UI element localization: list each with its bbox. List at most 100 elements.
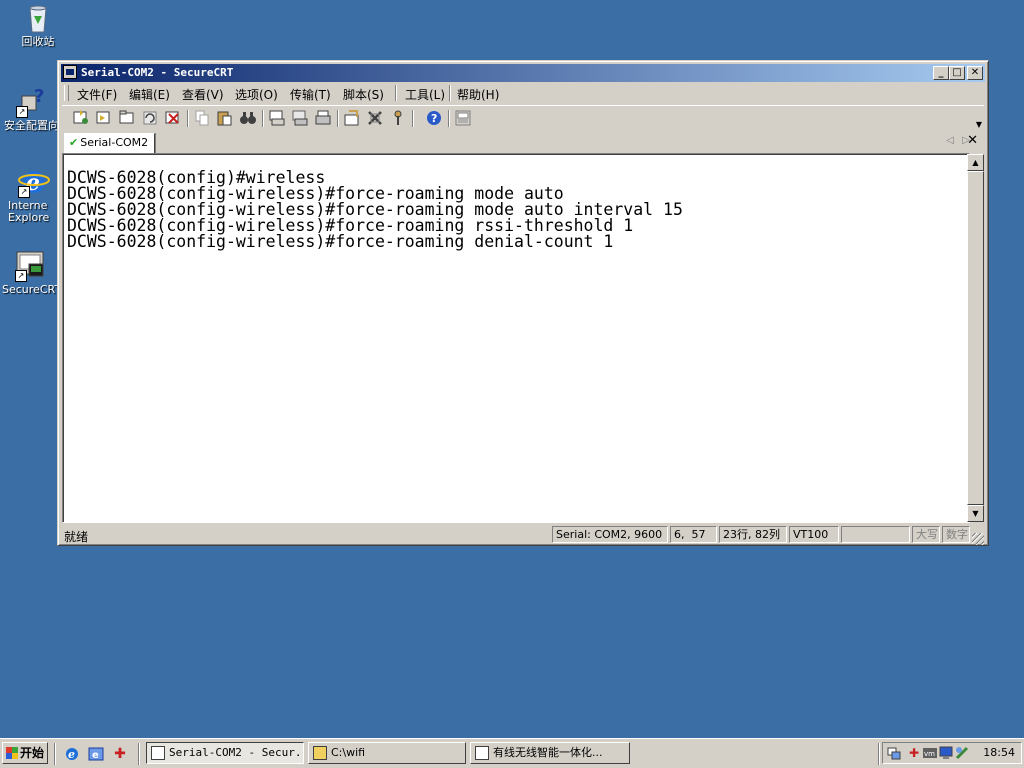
binoculars-icon xyxy=(240,112,256,124)
clock[interactable]: 18:54 xyxy=(983,746,1015,759)
arrow-up-icon: ▲ xyxy=(972,158,979,167)
session-options-button[interactable] xyxy=(343,109,361,127)
status-caps-lock: 大写 xyxy=(912,526,940,543)
shortcut-arrow-icon: ↗ xyxy=(15,270,27,282)
print-screen-icon xyxy=(269,110,285,126)
windows-logo-icon xyxy=(6,747,18,759)
tab-serial-com2[interactable]: ✔ Serial-COM2 xyxy=(64,133,156,153)
menubar-grip[interactable] xyxy=(64,85,69,101)
recycle-bin-icon xyxy=(22,2,54,34)
svg-text:vm: vm xyxy=(924,750,935,758)
menu-options[interactable]: 选项(O) xyxy=(235,86,278,103)
paste-icon xyxy=(217,111,232,126)
terminal-scrollbar[interactable]: ▲ ▼ xyxy=(967,154,984,522)
desktop-icon-label: 安全配置向 xyxy=(4,120,59,132)
print-selection-button[interactable] xyxy=(291,109,309,127)
task-label: C:\wifi xyxy=(331,746,366,759)
toolbar: ? ▼ xyxy=(62,105,984,130)
terminal-screen[interactable]: DCWS-6028(config)#wireless DCWS-6028(con… xyxy=(62,153,970,523)
scroll-down-button[interactable]: ▼ xyxy=(967,505,984,522)
resize-grip[interactable] xyxy=(972,533,984,545)
securecrt-icon: ↗ xyxy=(15,250,47,282)
task-document[interactable]: 有线无线智能一体化... xyxy=(470,742,630,764)
scroll-up-button[interactable]: ▲ xyxy=(967,154,984,171)
svg-text:e: e xyxy=(92,750,99,761)
taskbar-separator xyxy=(54,743,56,765)
app-icon[interactable] xyxy=(63,65,77,79)
menu-script[interactable]: 脚本(S) xyxy=(343,86,384,103)
find-button[interactable] xyxy=(239,109,257,127)
tray-display-icon[interactable] xyxy=(939,746,953,760)
shortcut-arrow-icon: ↗ xyxy=(18,186,30,198)
status-cursor-position: 6, 57 xyxy=(670,526,717,543)
session-manager-button[interactable] xyxy=(454,109,472,127)
menu-transfer[interactable]: 传输(T) xyxy=(290,86,331,103)
tab-scroll-left-icon[interactable]: ◁ xyxy=(946,135,954,146)
print-selection-icon xyxy=(292,110,308,126)
quick-connect-icon xyxy=(96,111,110,124)
task-securecrt[interactable]: Serial-COM2 - Secur... xyxy=(146,742,304,764)
minimize-button[interactable]: _ xyxy=(933,66,949,80)
quick-connect-button[interactable] xyxy=(95,109,113,127)
taskbar-separator xyxy=(878,743,880,765)
keymap-button[interactable] xyxy=(389,109,407,127)
menu-edit[interactable]: 编辑(E) xyxy=(129,86,170,103)
toolbar-separator xyxy=(412,110,414,127)
tab-label: Serial-COM2 xyxy=(80,136,149,149)
toolbar-separator xyxy=(187,110,189,127)
quicklaunch-outlook-icon[interactable]: e xyxy=(88,746,104,762)
connect-in-tab-button[interactable] xyxy=(118,109,136,127)
global-options-button[interactable] xyxy=(366,109,384,127)
connected-check-icon: ✔ xyxy=(69,136,79,149)
desktop-icon-security-wizard[interactable]: ? ↗ 安全配置向 xyxy=(4,86,60,132)
toolbar-overflow-icon[interactable]: ▼ xyxy=(976,120,982,129)
desktop-icon-recycle-bin[interactable]: 回收站 xyxy=(8,2,68,48)
taskbar: 开始 e e ✚ Serial-COM2 - Secur... C:\wifi … xyxy=(0,738,1024,768)
securecrt-task-icon xyxy=(151,746,165,760)
internet-explorer-icon: e ↗ xyxy=(18,166,50,198)
paste-button[interactable] xyxy=(216,109,234,127)
task-folder-wifi[interactable]: C:\wifi xyxy=(308,742,466,764)
status-blank-pane xyxy=(841,526,910,543)
securecrt-window: Serial-COM2 - SecureCRT _ □ ✕ 文件(F) 编辑(E… xyxy=(57,60,989,546)
quicklaunch-network-icon[interactable]: ✚ xyxy=(112,746,128,762)
print-screen-button[interactable] xyxy=(268,109,286,127)
menu-file[interactable]: 文件(F) xyxy=(77,86,117,103)
desktop-icon-securecrt[interactable]: ↗ SecureCRT xyxy=(2,250,60,296)
menu-help[interactable]: 帮助(H) xyxy=(457,86,499,103)
tray-network-icon[interactable] xyxy=(887,746,901,760)
close-button[interactable]: ✕ xyxy=(967,66,983,80)
system-tray: ✚ vm 18:54 xyxy=(882,742,1022,764)
task-label: Serial-COM2 - Secur... xyxy=(169,746,304,759)
help-icon: ? xyxy=(427,111,441,125)
tray-vmware-icon[interactable]: vm xyxy=(923,746,937,760)
connect-button[interactable] xyxy=(72,109,90,127)
connect-icon xyxy=(73,110,88,124)
disconnect-icon xyxy=(165,111,179,124)
desktop-icon-label: Interne Explore xyxy=(8,200,50,224)
status-connection: Serial: COM2, 9600 xyxy=(552,526,668,543)
printer-icon xyxy=(315,110,331,125)
session-options-icon xyxy=(344,110,359,126)
menu-view[interactable]: 查看(V) xyxy=(182,86,224,103)
scrollbar-thumb[interactable] xyxy=(967,171,984,505)
maximize-icon: □ xyxy=(952,67,962,78)
copy-icon xyxy=(195,110,209,126)
taskbar-separator xyxy=(138,743,140,765)
help-button[interactable]: ? xyxy=(425,109,443,127)
toolbar-separator xyxy=(262,110,264,127)
window-titlebar[interactable]: Serial-COM2 - SecureCRT _ □ ✕ xyxy=(61,64,985,82)
menu-tools[interactable]: 工具(L) xyxy=(405,86,445,103)
print-button[interactable] xyxy=(314,109,332,127)
tray-security-icon[interactable] xyxy=(955,746,969,760)
reconnect-button[interactable] xyxy=(141,109,159,127)
window-title: Serial-COM2 - SecureCRT xyxy=(81,66,234,79)
tab-close-icon[interactable]: ✕ xyxy=(967,133,978,148)
disconnect-button[interactable] xyxy=(164,109,182,127)
start-button[interactable]: 开始 xyxy=(2,742,48,764)
maximize-button[interactable]: □ xyxy=(949,66,965,80)
copy-button[interactable] xyxy=(193,109,211,127)
tray-tool-icon[interactable]: ✚ xyxy=(907,746,921,760)
desktop-icon-internet-explorer[interactable]: e ↗ Interne Explore xyxy=(8,166,60,224)
quicklaunch-ie-icon[interactable]: e xyxy=(64,746,80,762)
